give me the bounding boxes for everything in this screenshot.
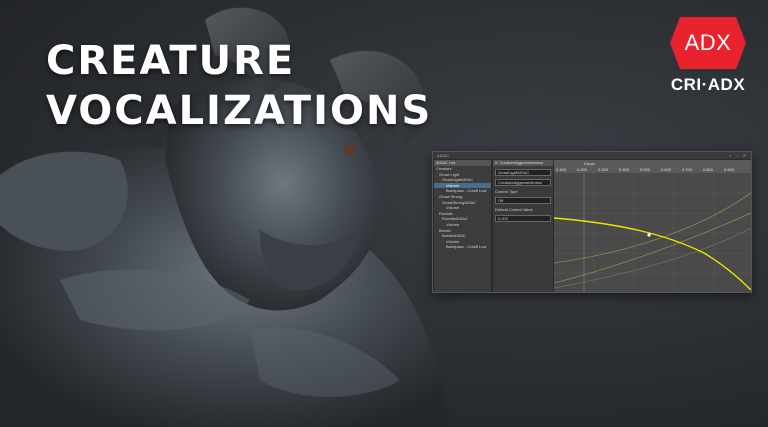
- curve-control-point[interactable]: [647, 233, 651, 237]
- control-name-field[interactable]: CreatureAggressiveness: [495, 179, 551, 186]
- ruler-tick: 0.200: [577, 167, 588, 172]
- ruler-tick: 0.900: [724, 167, 735, 172]
- editor-title: AISAC: [437, 153, 450, 158]
- ruler-tick: 0.500: [640, 167, 651, 172]
- window-controls[interactable]: ▪ ▫ ✕: [730, 153, 748, 158]
- logo-text: CRI·ADX: [670, 75, 746, 94]
- aisac-curve-graph[interactable]: Curve 0.100 0.200 0.300 0.400 0.500 0.600 0.70…: [554, 160, 751, 292]
- ruler-tick: 0.800: [703, 167, 714, 172]
- tree-item[interactable]: Bandpass - Cutoff Low: [434, 244, 491, 250]
- aisac-tree-panel: AISAC List Creature Growl Light GrowlLight…: [434, 160, 491, 292]
- curve-main: [554, 217, 751, 291]
- default-control-field[interactable]: 0.000: [495, 215, 551, 222]
- logo-badge: ADX: [670, 17, 746, 69]
- logo-badge-text: ADX: [684, 30, 732, 55]
- aisac-editor-window: AISAC ▪ ▫ ✕ AISAC List Creature Growl Lig…: [432, 151, 752, 293]
- graph-ruler: Curve 0.100 0.200 0.300 0.400 0.500 0.600 0.70…: [554, 160, 751, 173]
- title-line-2: VOCALIZATIONS: [46, 88, 433, 134]
- ruler-tick: 0.400: [619, 167, 630, 172]
- title-line-1: CREATURE: [46, 38, 296, 84]
- props-header: 0: CreatureAggressiveness: [493, 160, 553, 166]
- ruler-tick: 0.300: [598, 167, 609, 172]
- page-title: CREATURE VOCALIZATIONS: [46, 36, 432, 136]
- curve-secondary-1: [554, 212, 751, 284]
- aisac-properties-panel: 0: CreatureAggressiveness GrowlLightAISA…: [493, 160, 553, 292]
- control-type-label: Control Type: [495, 189, 518, 194]
- ruler-tick: 0.600: [661, 167, 672, 172]
- control-type-select[interactable]: Off: [495, 197, 551, 204]
- ruler-tick: 0.700: [682, 167, 693, 172]
- default-control-label: Default Control Value: [495, 207, 533, 212]
- editor-title-bar: AISAC ▪ ▫ ✕: [433, 152, 751, 159]
- aisac-name-field[interactable]: GrowlLightAISAC: [495, 169, 551, 176]
- curve-canvas[interactable]: [554, 173, 751, 292]
- ruler-label: Curve: [584, 161, 595, 166]
- ruler-tick: 0.100: [556, 167, 567, 172]
- cri-adx-logo: ADX CRI·ADX: [664, 17, 752, 95]
